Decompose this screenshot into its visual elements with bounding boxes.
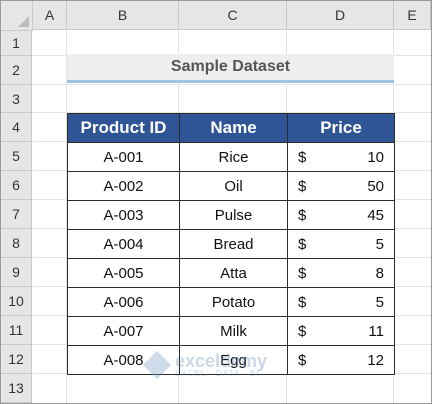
currency-symbol: $: [298, 149, 307, 166]
column-header-e[interactable]: E: [394, 1, 431, 30]
row-header-7[interactable]: 7: [1, 200, 32, 229]
row-header-12[interactable]: 12: [1, 345, 32, 374]
table-row: A-004 Bread $5: [67, 229, 395, 259]
currency-symbol: $: [298, 236, 307, 253]
table-row: A-006 Potato $5: [67, 287, 395, 317]
select-all-triangle-icon: [18, 16, 29, 27]
product-name-cell[interactable]: Atta: [179, 258, 288, 288]
product-id-cell[interactable]: A-002: [67, 171, 180, 201]
product-id-cell[interactable]: A-003: [67, 200, 180, 230]
column-header-a[interactable]: A: [33, 1, 67, 30]
price-value: 45: [367, 207, 384, 224]
price-value: 8: [375, 265, 384, 282]
currency-symbol: $: [298, 323, 307, 340]
currency-symbol: $: [298, 207, 307, 224]
product-id-cell[interactable]: A-005: [67, 258, 180, 288]
price-cell[interactable]: $45: [287, 200, 395, 230]
row-header-5[interactable]: 5: [1, 142, 32, 171]
table-row: A-007 Milk $11: [67, 316, 395, 346]
price-value: 5: [375, 294, 384, 311]
row-header-1[interactable]: 1: [1, 31, 32, 56]
price-cell[interactable]: $5: [287, 287, 395, 317]
header-product-id[interactable]: Product ID: [67, 113, 180, 143]
spreadsheet-grid: A B C D E 1 2 3 4 5 6 7 8 9 10 11 12 13 …: [0, 0, 432, 404]
watermark-tagline: EXCEL · DATA · BI: [175, 369, 260, 378]
row-header-11[interactable]: 11: [1, 316, 32, 345]
row-header-4[interactable]: 4: [1, 113, 32, 142]
select-all-corner[interactable]: [1, 1, 33, 31]
exceldemy-logo-icon: [142, 350, 172, 380]
watermark-text: exceldemy EXCEL · DATA · BI: [175, 352, 267, 378]
price-value: 12: [367, 352, 384, 369]
row-header-3[interactable]: 3: [1, 85, 32, 113]
product-table: Product ID Name Price A-001 Rice $10 A-0…: [67, 113, 395, 375]
product-name-cell[interactable]: Potato: [179, 287, 288, 317]
price-value: 10: [367, 149, 384, 166]
dataset-title: Sample Dataset: [67, 54, 394, 83]
product-name-cell[interactable]: Oil: [179, 171, 288, 201]
currency-symbol: $: [298, 352, 307, 369]
price-cell[interactable]: $8: [287, 258, 395, 288]
price-cell[interactable]: $10: [287, 142, 395, 172]
product-id-cell[interactable]: A-006: [67, 287, 180, 317]
currency-symbol: $: [298, 265, 307, 282]
table-header-row: Product ID Name Price: [67, 113, 395, 143]
row-header-2[interactable]: 2: [1, 56, 32, 85]
watermark-name: exceldemy: [175, 351, 268, 371]
row-header-8[interactable]: 8: [1, 229, 32, 258]
column-header-d[interactable]: D: [287, 1, 394, 30]
product-name-cell[interactable]: Pulse: [179, 200, 288, 230]
row-header-13[interactable]: 13: [1, 374, 32, 403]
product-name-cell[interactable]: Milk: [179, 316, 288, 346]
column-header-c[interactable]: C: [179, 1, 287, 30]
product-id-cell[interactable]: A-004: [67, 229, 180, 259]
product-id-cell[interactable]: A-007: [67, 316, 180, 346]
product-id-cell[interactable]: A-001: [67, 142, 180, 172]
price-cell[interactable]: $11: [287, 316, 395, 346]
header-name[interactable]: Name: [179, 113, 288, 143]
table-row: A-005 Atta $8: [67, 258, 395, 288]
price-cell[interactable]: $50: [287, 171, 395, 201]
price-cell[interactable]: $12: [287, 345, 395, 375]
product-name-cell[interactable]: Bread: [179, 229, 288, 259]
currency-symbol: $: [298, 294, 307, 311]
product-name-cell[interactable]: Rice: [179, 142, 288, 172]
row-header-6[interactable]: 6: [1, 171, 32, 200]
header-price[interactable]: Price: [287, 113, 395, 143]
gridline: [33, 84, 431, 85]
table-row: A-003 Pulse $45: [67, 200, 395, 230]
row-header-10[interactable]: 10: [1, 287, 32, 316]
price-cell[interactable]: $5: [287, 229, 395, 259]
row-header-9[interactable]: 9: [1, 258, 32, 287]
column-header-b[interactable]: B: [67, 1, 179, 30]
table-row: A-001 Rice $10: [67, 142, 395, 172]
exceldemy-watermark: exceldemy EXCEL · DATA · BI: [142, 350, 267, 380]
price-value: 50: [367, 178, 384, 195]
table-row: A-002 Oil $50: [67, 171, 395, 201]
price-value: 11: [368, 323, 384, 340]
price-value: 5: [375, 236, 384, 253]
currency-symbol: $: [298, 178, 307, 195]
